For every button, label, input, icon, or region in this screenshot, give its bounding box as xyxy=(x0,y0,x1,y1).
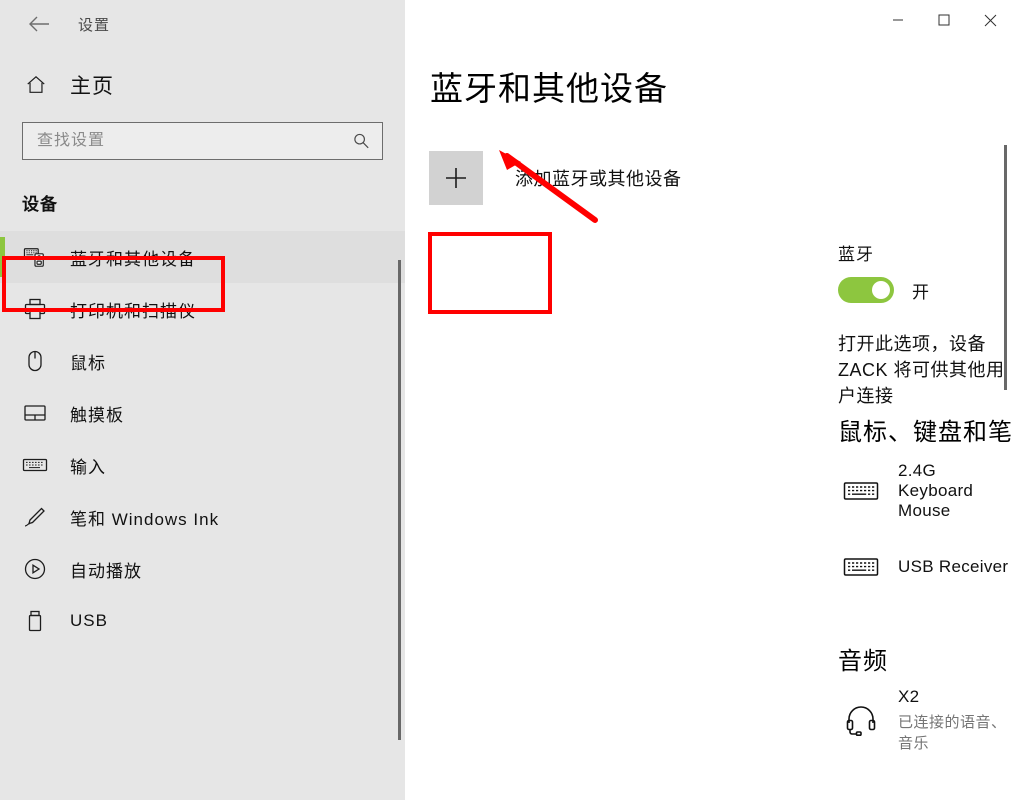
headset-icon xyxy=(838,697,884,743)
touchpad-icon xyxy=(22,400,48,426)
group-title: 鼠标、键盘和笔 xyxy=(838,419,1013,446)
maximize-icon[interactable] xyxy=(921,0,967,40)
sidebar-item-label: 蓝牙和其他设备 xyxy=(70,249,196,269)
main-scrollbar[interactable] xyxy=(1004,145,1007,390)
main-panel: 蓝牙和其他设备 添加蓝牙或其他设备 蓝牙 开 打开此选项，设备 ZACK 将可供… xyxy=(405,0,1013,800)
sidebar-item-printers-and-scanners[interactable]: 打印机和扫描仪 xyxy=(0,283,405,335)
back-arrow-icon[interactable] xyxy=(18,7,60,41)
sidebar-home-label: 主页 xyxy=(70,75,114,98)
sidebar-item-label: 鼠标 xyxy=(70,353,106,373)
add-device-button[interactable]: 添加蓝牙或其他设备 xyxy=(429,151,682,205)
device-name: X2 xyxy=(898,687,920,706)
sidebar-nav-list: 蓝牙和其他设备 打印机和扫描仪 鼠标 触摸板 输入 笔和 Windows Ink… xyxy=(0,231,405,647)
usb-icon xyxy=(22,608,48,634)
toggle-knob xyxy=(872,281,890,299)
sidebar-item-label: 笔和 Windows Ink xyxy=(70,509,220,529)
list-item[interactable]: 2.4G Keyboard Mouse xyxy=(838,461,1013,521)
bluetooth-toggle-row[interactable]: 开 xyxy=(838,277,929,303)
close-icon[interactable] xyxy=(967,0,1013,40)
sidebar-item-typing[interactable]: 输入 xyxy=(0,439,405,491)
search-icon[interactable] xyxy=(350,130,372,152)
sidebar-home-item[interactable]: 主页 xyxy=(0,48,405,100)
sidebar-item-touchpad[interactable]: 触摸板 xyxy=(0,387,405,439)
device-text: 2.4G Keyboard Mouse xyxy=(898,461,1013,521)
sidebar-item-label: 触摸板 xyxy=(70,405,124,425)
sidebar-item-label: 打印机和扫描仪 xyxy=(70,301,196,321)
bluetooth-devices-icon xyxy=(22,244,48,270)
bluetooth-toggle[interactable] xyxy=(838,277,894,303)
home-icon xyxy=(22,71,50,99)
device-status: 已连接的语音、音乐 xyxy=(898,714,1007,752)
sidebar-item-label: 自动播放 xyxy=(70,561,142,581)
settings-window: 设置 主页 设备 xyxy=(0,0,1013,800)
group-title: 音频 xyxy=(838,648,888,675)
plus-icon xyxy=(429,151,483,205)
sidebar-item-usb[interactable]: USB xyxy=(0,595,405,647)
search-box[interactable] xyxy=(22,122,383,160)
bluetooth-toggle-state: 开 xyxy=(912,282,929,302)
keyboard-icon xyxy=(838,544,884,590)
device-text: X2 已连接的语音、音乐 xyxy=(898,687,1013,753)
sidebar-titlebar: 设置 xyxy=(0,0,405,48)
sidebar-scrollbar[interactable] xyxy=(398,260,401,740)
list-item[interactable]: USB Receiver xyxy=(838,537,1013,597)
device-group-audio: 音频 X2 已连接的语音、音乐 xyxy=(838,641,1013,753)
sidebar-item-autoplay[interactable]: 自动播放 xyxy=(0,543,405,595)
sidebar-item-pen-and-windows-ink[interactable]: 笔和 Windows Ink xyxy=(0,491,405,543)
window-controls xyxy=(875,0,1013,40)
mouse-icon xyxy=(22,348,48,374)
autoplay-icon xyxy=(22,556,48,582)
add-device-label: 添加蓝牙或其他设备 xyxy=(515,169,682,189)
bluetooth-section: 蓝牙 开 xyxy=(838,240,929,303)
device-group-mouse-keyboard-pen: 鼠标、键盘和笔 2.4G Keyboard Mouse USB Receiver xyxy=(838,412,1013,597)
device-text: USB Receiver xyxy=(898,557,1008,577)
sidebar-item-label: USB xyxy=(70,611,108,630)
device-list: 2.4G Keyboard Mouse USB Receiver xyxy=(838,461,1013,597)
sidebar-item-label: 输入 xyxy=(70,457,106,477)
bluetooth-description: 打开此选项，设备 ZACK 将可供其他用户连接 xyxy=(838,334,1005,406)
pen-icon xyxy=(22,504,48,530)
keyboard-icon xyxy=(838,468,884,514)
list-item[interactable]: X2 已连接的语音、音乐 xyxy=(838,687,1013,753)
device-list: X2 已连接的语音、音乐 xyxy=(838,687,1013,753)
keyboard-icon xyxy=(22,452,48,478)
sidebar-item-bluetooth-and-other-devices[interactable]: 蓝牙和其他设备 xyxy=(0,231,405,283)
device-name: 2.4G Keyboard Mouse xyxy=(898,461,974,520)
sidebar-item-mouse[interactable]: 鼠标 xyxy=(0,335,405,387)
printer-icon xyxy=(22,296,48,322)
search-input[interactable] xyxy=(37,132,350,150)
sidebar-section-title: 设备 xyxy=(22,195,58,214)
page-title: 蓝牙和其他设备 xyxy=(430,70,668,107)
sidebar: 设置 主页 设备 xyxy=(0,0,405,800)
device-name: USB Receiver xyxy=(898,557,1009,576)
bluetooth-title: 蓝牙 xyxy=(838,245,874,264)
app-title: 设置 xyxy=(78,16,111,34)
minimize-icon[interactable] xyxy=(875,0,921,40)
